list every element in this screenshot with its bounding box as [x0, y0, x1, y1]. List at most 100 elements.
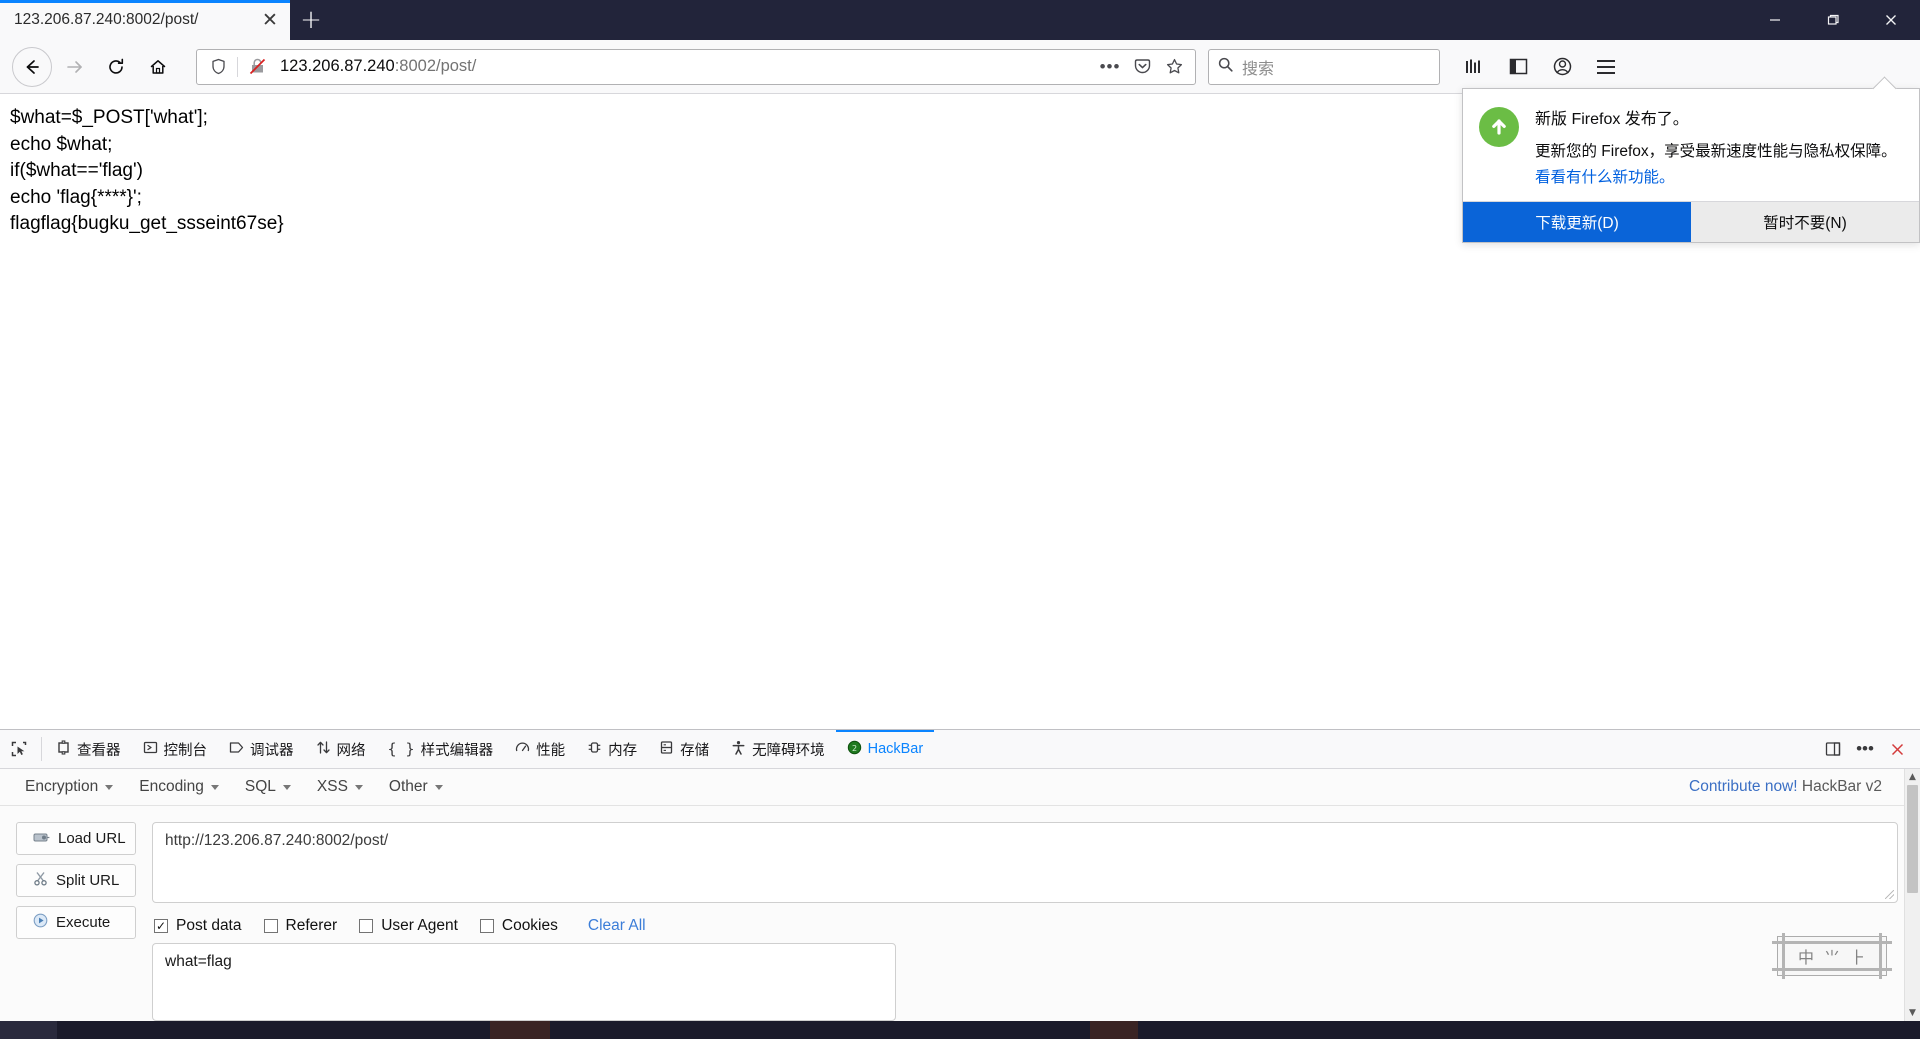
checkbox-box[interactable]: [479, 919, 494, 934]
page-actions-icon[interactable]: •••: [1097, 54, 1123, 80]
devtools-more-icon[interactable]: •••: [1850, 734, 1880, 764]
menu-label: Other: [388, 778, 428, 795]
post-data-checkbox[interactable]: Post data: [154, 917, 242, 935]
browser-tab[interactable]: 123.206.87.240:8002/post/ ✕: [0, 0, 290, 40]
account-icon[interactable]: [1542, 47, 1582, 87]
hackbar-url-input[interactable]: http://123.206.87.240:8002/post/: [152, 822, 1898, 904]
menu-sql[interactable]: SQL: [234, 774, 302, 800]
tab-label: 查看器: [77, 742, 121, 759]
scroll-up-arrow-icon[interactable]: ▲: [1905, 769, 1920, 785]
element-picker-icon[interactable]: [0, 730, 38, 768]
checkbox-label: Post data: [176, 917, 242, 935]
ime-punctuation-indicator[interactable]: ⺊: [1850, 944, 1866, 968]
checkbox-box[interactable]: [359, 919, 374, 934]
new-tab-button[interactable]: +: [290, 0, 332, 40]
bookmark-star-icon[interactable]: [1161, 54, 1187, 80]
menu-label: XSS: [316, 778, 348, 795]
contribute-link[interactable]: Contribute now!: [1689, 778, 1798, 795]
ime-language-bar[interactable]: 中 ⺌ ⺊: [1772, 933, 1892, 979]
tab-accessibility[interactable]: 无障碍环境: [720, 730, 836, 768]
home-button[interactable]: [138, 47, 178, 87]
minimize-button[interactable]: [1746, 0, 1804, 40]
style-editor-icon: { }: [387, 740, 415, 758]
checkbox-label: Cookies: [501, 917, 558, 935]
tab-inspector[interactable]: 查看器: [45, 730, 132, 768]
user-agent-checkbox[interactable]: User Agent: [359, 917, 458, 935]
update-notification-panel: 新版 Firefox 发布了。 更新您的 Firefox，享受最新速度性能与隐私…: [1462, 88, 1920, 243]
tab-label: 控制台: [163, 742, 208, 759]
navigation-toolbar: 123.206.87.240:8002/post/ ••• 搜索: [0, 40, 1920, 94]
hackbar-post-data-input[interactable]: what=flag: [152, 943, 896, 1021]
menu-encryption[interactable]: Encryption: [14, 774, 124, 800]
dock-panel-icon[interactable]: [1818, 734, 1848, 764]
url-path: :8002/post/: [394, 57, 477, 75]
button-label: Execute: [56, 914, 111, 931]
close-window-button[interactable]: [1862, 0, 1920, 40]
urlbar-divider: [237, 56, 238, 77]
search-bar[interactable]: 搜索: [1208, 48, 1440, 85]
checkbox-box[interactable]: [154, 919, 168, 934]
clear-all-link[interactable]: Clear All: [588, 917, 646, 935]
os-taskbar: [0, 1021, 1920, 1039]
pocket-icon[interactable]: [1129, 54, 1155, 80]
tab-style-editor[interactable]: { } 样式编辑器: [377, 730, 505, 768]
taskbar-segment: [0, 1021, 57, 1039]
execute-button[interactable]: Execute: [16, 906, 136, 939]
not-now-button[interactable]: 暂时不要(N): [1691, 202, 1919, 242]
tab-network[interactable]: 网络: [305, 730, 377, 768]
close-tab-icon[interactable]: ✕: [256, 6, 284, 34]
whats-new-link[interactable]: 看看有什么新功能。: [1535, 165, 1905, 187]
hamburger-menu-icon[interactable]: [1586, 47, 1626, 87]
ime-mode-indicator[interactable]: 中: [1798, 944, 1814, 968]
taskbar-segment: [1138, 1021, 1920, 1039]
menu-label: Encoding: [139, 778, 204, 795]
tab-storage[interactable]: 存储: [648, 730, 720, 768]
menu-label: SQL: [244, 778, 276, 795]
tab-title: 123.206.87.240:8002/post/: [14, 11, 199, 28]
maximize-restore-button[interactable]: [1804, 0, 1862, 40]
sidebar-toggle-icon[interactable]: [1498, 47, 1538, 87]
ime-shape-indicator[interactable]: ⺌: [1824, 944, 1840, 968]
menu-xss[interactable]: XSS: [306, 774, 374, 800]
back-button[interactable]: [12, 46, 52, 87]
hackbar-fields: http://123.206.87.240:8002/post/ Post da…: [152, 822, 1898, 1021]
hackbar-version-label: HackBar v2: [1801, 778, 1882, 795]
split-url-button[interactable]: Split URL: [16, 864, 136, 897]
devtools-toolbar-actions: •••: [1818, 730, 1920, 768]
menu-encoding[interactable]: Encoding: [128, 774, 230, 800]
checkbox-box[interactable]: [263, 919, 278, 934]
forward-button[interactable]: [54, 47, 94, 87]
scrollbar-thumb[interactable]: [1907, 785, 1918, 893]
tab-console[interactable]: 控制台: [132, 730, 219, 768]
hackbar-scrollbar[interactable]: ▲ ▼: [1904, 769, 1920, 1021]
accessibility-icon: [731, 740, 746, 759]
load-url-button[interactable]: Load URL: [16, 822, 136, 855]
tab-debugger[interactable]: 调试器: [218, 730, 305, 768]
tab-hackbar[interactable]: 2 HackBar: [835, 730, 935, 768]
insecure-connection-icon[interactable]: [244, 54, 270, 80]
menu-other[interactable]: Other: [378, 774, 454, 800]
taskbar-segment: [490, 1021, 550, 1039]
search-input[interactable]: 搜索: [1242, 55, 1274, 79]
devtools-toolbar: 查看器 控制台 调试器 网络 {} 样式编辑器 性能 内存 存储 无障碍环境 …: [0, 730, 1920, 769]
referer-checkbox[interactable]: Referer: [263, 917, 337, 935]
tab-memory[interactable]: 内存: [576, 730, 648, 768]
reload-button[interactable]: [96, 47, 136, 87]
download-update-button[interactable]: 下载更新(D): [1463, 202, 1691, 242]
library-icon[interactable]: [1454, 47, 1494, 87]
button-label: Split URL: [56, 872, 120, 889]
address-bar[interactable]: 123.206.87.240:8002/post/ •••: [196, 48, 1196, 85]
ime-left-bar: [1782, 933, 1785, 979]
devtools-panel: 查看器 控制台 调试器 网络 {} 样式编辑器 性能 内存 存储 无障碍环境 …: [0, 729, 1920, 1021]
cookies-checkbox[interactable]: Cookies: [479, 917, 558, 935]
url-text[interactable]: 123.206.87.240:8002/post/: [276, 57, 1091, 76]
browser-titlebar: 123.206.87.240:8002/post/ ✕ +: [0, 0, 1920, 40]
execute-play-icon: [33, 913, 48, 932]
chevron-down-icon: [354, 784, 363, 790]
tracking-protection-shield-icon[interactable]: [205, 54, 231, 80]
close-devtools-icon[interactable]: [1882, 734, 1912, 764]
search-icon: [1217, 56, 1234, 78]
menu-label: Encryption: [25, 778, 99, 795]
tab-performance[interactable]: 性能: [504, 730, 576, 768]
scroll-down-arrow-icon[interactable]: ▼: [1905, 1005, 1920, 1021]
